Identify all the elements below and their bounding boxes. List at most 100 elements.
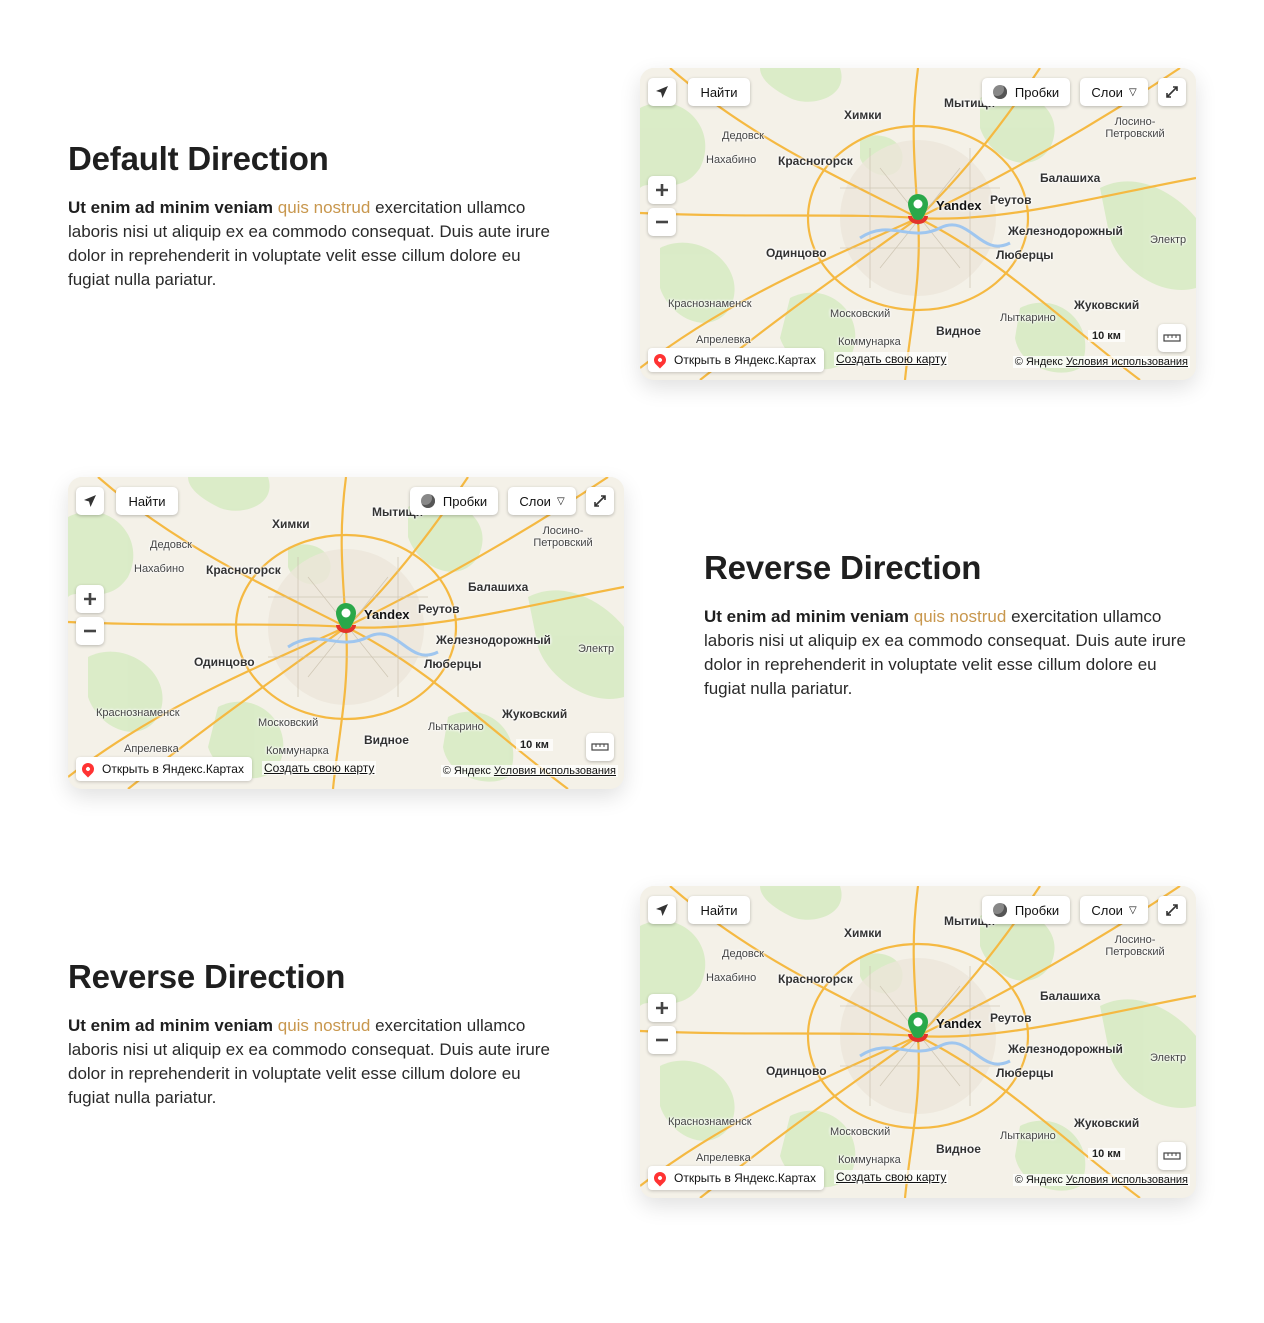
copyright-text: © Яндекс xyxy=(1014,1174,1063,1186)
city-label: Лыткарино xyxy=(1000,1130,1056,1142)
city-label: Железнодорожный xyxy=(1008,224,1123,238)
section-title: Reverse Direction xyxy=(704,549,982,586)
city-label: Железнодорожный xyxy=(1008,1042,1123,1056)
zoom-out-button[interactable] xyxy=(648,1026,676,1054)
minus-icon xyxy=(656,220,668,224)
layers-button[interactable]: Слои ▽ xyxy=(1080,78,1148,106)
city-label: Дедовск xyxy=(150,539,192,551)
city-label: Химки xyxy=(844,926,882,940)
layers-label: Слои xyxy=(1091,902,1123,918)
layers-button[interactable]: Слои ▽ xyxy=(508,487,576,515)
create-map-link[interactable]: Создать свою карту xyxy=(834,1170,949,1184)
marker-label: Yandex xyxy=(364,607,410,622)
zoom-out-button[interactable] xyxy=(76,617,104,645)
find-button[interactable]: Найти xyxy=(688,896,750,924)
terms-link[interactable]: Условия использования xyxy=(494,765,616,777)
open-label: Открыть в Яндекс.Картах xyxy=(674,1171,816,1185)
map-card[interactable]: Химки Мытищи Дедовск Нахабино Красногорс… xyxy=(68,477,624,789)
chevron-down-icon: ▽ xyxy=(1128,904,1137,916)
create-map-link[interactable]: Создать свою карту xyxy=(262,761,377,775)
ruler-icon xyxy=(1163,1152,1181,1160)
city-label: Краснознаменск xyxy=(668,1116,752,1128)
marker-label: Yandex xyxy=(936,1016,982,1031)
city-label: Дедовск xyxy=(722,948,764,960)
open-in-yandex-maps-button[interactable]: Открыть в Яндекс.Картах xyxy=(648,1166,824,1190)
open-label: Открыть в Яндекс.Картах xyxy=(102,762,244,776)
zoom-out-button[interactable] xyxy=(648,208,676,236)
find-label: Найти xyxy=(128,493,166,509)
city-label: Лосино-Петровский xyxy=(1105,934,1165,958)
geolocation-button[interactable] xyxy=(76,487,104,515)
traffic-label: Пробки xyxy=(1014,84,1060,100)
city-label: Одинцово xyxy=(194,655,255,669)
ruler-button[interactable] xyxy=(1158,1142,1186,1170)
open-in-yandex-maps-button[interactable]: Открыть в Яндекс.Картах xyxy=(76,757,252,781)
city-label: Балашиха xyxy=(468,580,529,594)
city-label: Красногорск xyxy=(778,972,853,986)
location-pin-icon xyxy=(79,760,97,778)
traffic-button[interactable]: Пробки xyxy=(410,487,498,515)
zoom-in-button[interactable] xyxy=(76,585,104,613)
city-label: Лыткарино xyxy=(428,721,484,733)
paragraph-accent: quis nostrud xyxy=(277,198,371,217)
map-card[interactable]: Химки Мытищи Дедовск Нахабино Красногорс… xyxy=(640,886,1196,1198)
ruler-button[interactable] xyxy=(1158,324,1186,352)
city-label: Коммунарка xyxy=(838,336,901,348)
expand-icon xyxy=(594,495,606,507)
ruler-button[interactable] xyxy=(586,733,614,761)
map-marker-icon[interactable] xyxy=(906,192,930,226)
city-label: Люберцы xyxy=(424,657,482,671)
geolocation-button[interactable] xyxy=(648,896,676,924)
city-label: Нахабино xyxy=(134,563,185,575)
layers-button[interactable]: Слои ▽ xyxy=(1080,896,1148,924)
city-label: Электр xyxy=(578,643,615,655)
terms-link[interactable]: Условия использования xyxy=(1066,1174,1188,1186)
traffic-icon xyxy=(992,903,1007,917)
scale-label: 10 км xyxy=(1088,1148,1125,1160)
open-in-yandex-maps-button[interactable]: Открыть в Яндекс.Картах xyxy=(648,348,824,372)
paragraph-bold: Ut enim ad minim veniam xyxy=(704,607,909,626)
city-label: Одинцово xyxy=(766,1064,827,1078)
map-card[interactable]: Химки Мытищи Дедовск Нахабино Красногорс… xyxy=(640,68,1196,380)
city-label: Московский xyxy=(830,308,891,320)
city-label: Краснознаменск xyxy=(96,707,180,719)
text-block: Reverse Direction Ut enim ad minim venia… xyxy=(68,958,558,1110)
zoom-in-button[interactable] xyxy=(648,176,676,204)
terms-link[interactable]: Условия использования xyxy=(1066,356,1188,368)
create-map-link[interactable]: Создать свою карту xyxy=(834,352,949,366)
section-reverse-direction-2: Reverse Direction Ut enim ad minim venia… xyxy=(0,818,1264,1198)
zoom-in-button[interactable] xyxy=(648,994,676,1022)
plus-icon xyxy=(656,184,668,196)
copyright-text: © Яндекс xyxy=(442,765,491,777)
copyright: © Яндекс Условия использования xyxy=(1012,356,1190,368)
city-label: Апрелевка xyxy=(696,1152,751,1164)
expand-icon xyxy=(1166,904,1178,916)
city-label: Московский xyxy=(258,717,319,729)
map-marker-icon[interactable] xyxy=(906,1010,930,1044)
copyright: © Яндекс Условия использования xyxy=(440,765,618,777)
city-label: Химки xyxy=(844,108,882,122)
city-label: Лыткарино xyxy=(1000,312,1056,324)
traffic-label: Пробки xyxy=(442,493,488,509)
section-title: Reverse Direction xyxy=(68,958,346,995)
fullscreen-button[interactable] xyxy=(1158,78,1186,106)
fullscreen-button[interactable] xyxy=(1158,896,1186,924)
section-default-direction: Default Direction Ut enim ad minim venia… xyxy=(0,0,1264,380)
traffic-button[interactable]: Пробки xyxy=(982,78,1070,106)
find-label: Найти xyxy=(700,84,738,100)
city-label: Видное xyxy=(936,324,981,338)
section-paragraph: Ut enim ad minim veniam quis nostrud exe… xyxy=(704,605,1194,701)
find-button[interactable]: Найти xyxy=(688,78,750,106)
geolocation-button[interactable] xyxy=(648,78,676,106)
traffic-button[interactable]: Пробки xyxy=(982,896,1070,924)
scale-label: 10 км xyxy=(1088,330,1125,342)
find-button[interactable]: Найти xyxy=(116,487,178,515)
city-label: Одинцово xyxy=(766,246,827,260)
city-label: Коммунарка xyxy=(838,1154,901,1166)
fullscreen-button[interactable] xyxy=(586,487,614,515)
city-label: Люберцы xyxy=(996,248,1054,262)
expand-icon xyxy=(1166,86,1178,98)
city-label: Красногорск xyxy=(206,563,281,577)
map-marker-icon[interactable] xyxy=(334,601,358,635)
ruler-icon xyxy=(1163,334,1181,342)
